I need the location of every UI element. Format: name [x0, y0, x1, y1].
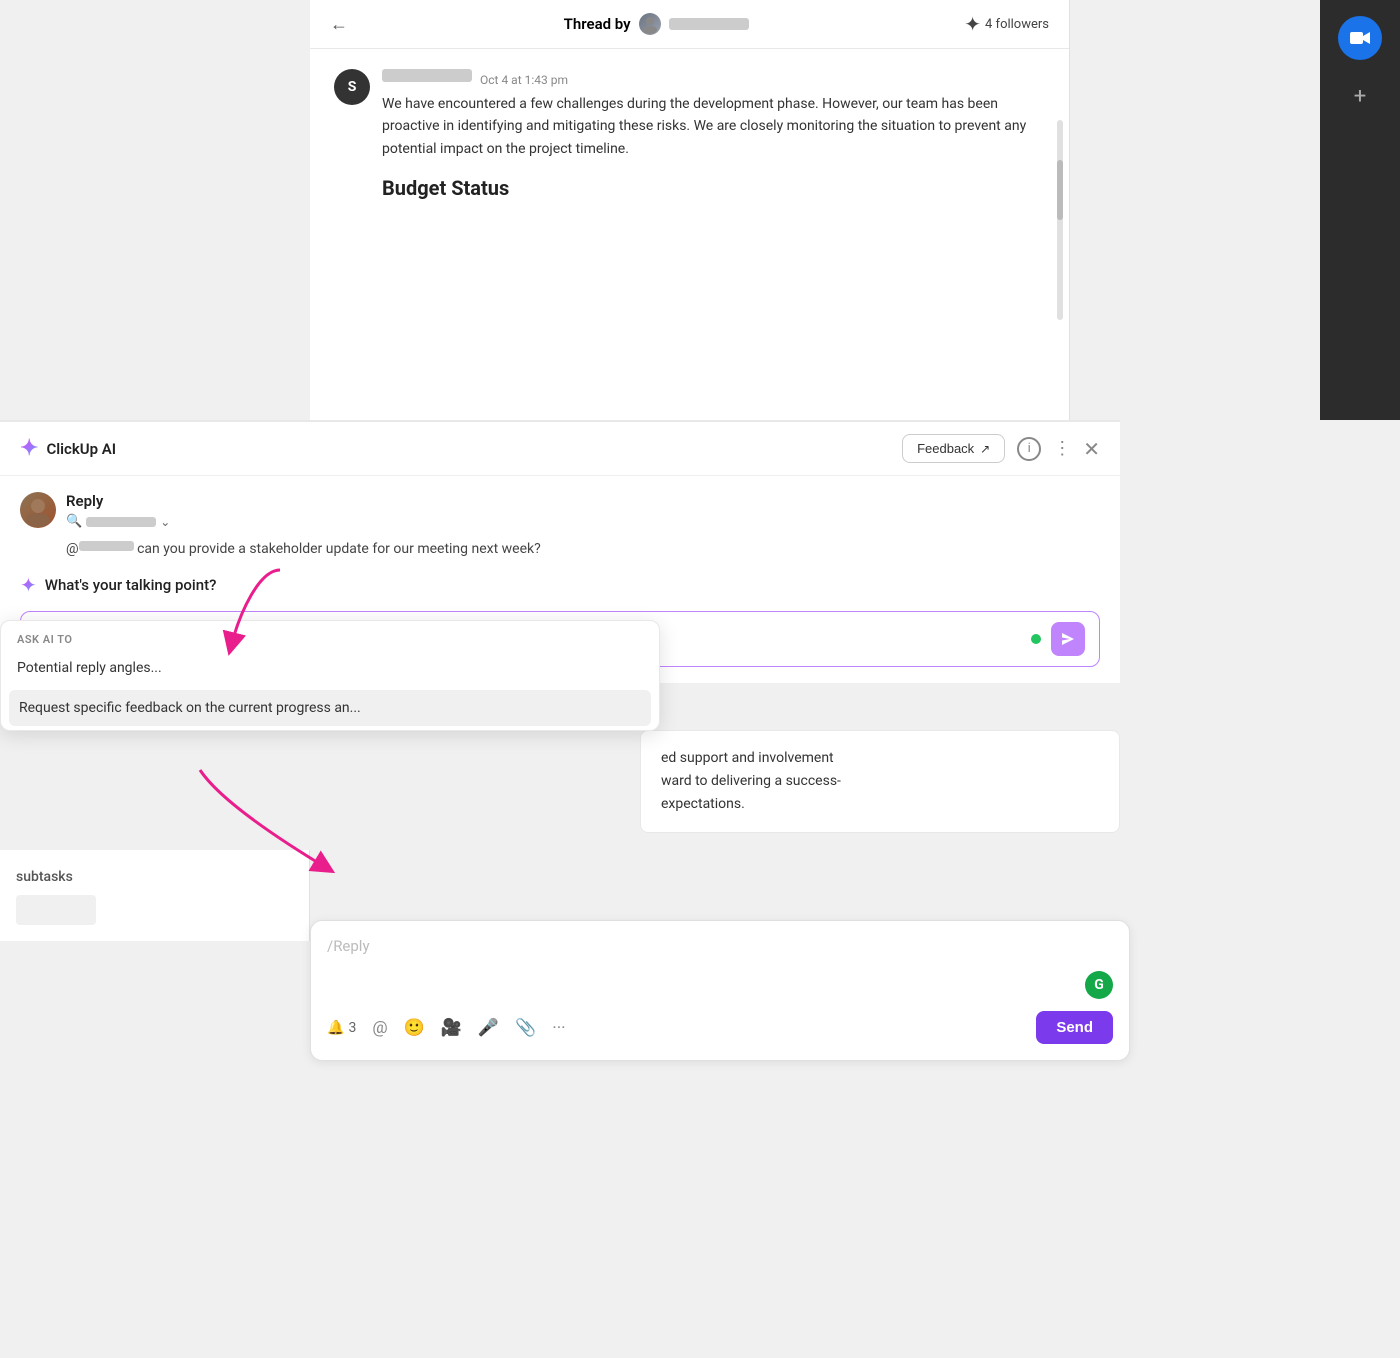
ai-talking-point: ✦ What's your talking point? [20, 573, 1100, 597]
back-button[interactable]: ← [330, 14, 348, 35]
text-line-3: expectations. [661, 796, 745, 812]
ai-sparkle-2-icon: ✦ [20, 573, 37, 597]
message-row: S Oct 4 at 1:43 pm We have encountered a… [334, 69, 1045, 200]
reply-username [86, 517, 156, 527]
bell-icon: 🔔 [327, 1020, 344, 1036]
message-avatar: S [334, 69, 370, 105]
grammarly-badge-container: G [327, 971, 1113, 999]
subtasks-box [16, 895, 96, 925]
feedback-button[interactable]: Feedback ↗ [902, 434, 1005, 463]
mention-username [79, 541, 134, 551]
more-options-button[interactable]: ⋮ [1053, 438, 1071, 459]
thread-text-partial: ed support and involvement ward to deliv… [661, 747, 1099, 816]
send-button[interactable]: Send [1036, 1011, 1113, 1044]
ai-status-dot [1031, 634, 1041, 644]
info-button[interactable]: i [1017, 437, 1041, 461]
thread-header: ← Thread by ✦ 4 followers [310, 0, 1069, 49]
ai-sparkle-icon: ✦ [20, 436, 38, 461]
right-side-panel: + [1320, 0, 1400, 420]
suggestion-item-2[interactable]: Request specific feedback on the current… [9, 690, 651, 726]
notification-badge[interactable]: 🔔 3 [327, 1020, 356, 1036]
reply-info: Reply 🔍 ⌄ [66, 492, 170, 529]
reply-input-panel: /Reply G 🔔 3 @ 🙂 🎥 🎤 📎 ··· Send [310, 920, 1130, 1061]
search-icon: 🔍 [66, 514, 82, 529]
ai-panel-actions: Feedback ↗ i ⋮ ✕ [902, 434, 1100, 463]
ai-panel-header: ✦ ClickUp AI Feedback ↗ i ⋮ ✕ [0, 422, 1120, 476]
add-button[interactable]: + [1354, 84, 1366, 109]
message-timestamp: Oct 4 at 1:43 pm [480, 73, 568, 87]
info-label: i [1028, 441, 1031, 456]
ai-panel-title-group: ✦ ClickUp AI [20, 436, 116, 461]
message-text: We have encountered a few challenges dur… [382, 93, 1045, 160]
more-options-icon[interactable]: ··· [552, 1018, 565, 1038]
video-icon[interactable]: 🎥 [441, 1018, 462, 1038]
mention-icon[interactable]: @ [372, 1018, 387, 1038]
message-meta: Oct 4 at 1:43 pm [382, 69, 1045, 87]
budget-status-heading: Budget Status [382, 176, 1045, 200]
message-body-container: Oct 4 at 1:43 pm We have encountered a f… [382, 69, 1045, 200]
thread-panel: ← Thread by ✦ 4 followers S Oct 4 at 1:4… [310, 0, 1070, 420]
sparkle-icon: ✦ [964, 12, 981, 36]
notification-count: 3 [348, 1020, 356, 1036]
toolbar-left-group: 🔔 3 @ 🙂 🎥 🎤 📎 ··· [327, 1018, 566, 1038]
video-call-button[interactable] [1338, 16, 1382, 60]
ai-send-button[interactable] [1051, 622, 1085, 656]
subtasks-label: subtasks [16, 869, 73, 885]
reply-user-row: 🔍 ⌄ [66, 514, 170, 529]
mic-icon[interactable]: 🎤 [478, 1018, 499, 1038]
bottom-left-panel: subtasks [0, 850, 310, 941]
reply-message-context: @ can you provide a stakeholder update f… [66, 541, 1100, 557]
thread-title-label: Thread by [564, 15, 631, 33]
thread-content: S Oct 4 at 1:43 pm We have encountered a… [310, 49, 1069, 232]
external-link-icon: ↗ [980, 442, 990, 456]
thread-continuation-text: ed support and involvement ward to deliv… [640, 730, 1120, 833]
thread-author-name [669, 18, 749, 30]
attachment-icon[interactable]: 📎 [515, 1018, 536, 1038]
reply-input-placeholder[interactable]: /Reply [327, 937, 1113, 955]
text-line-1: ed support and involvement [661, 750, 834, 766]
suggestion-item-1[interactable]: Potential reply angles... [1, 650, 659, 686]
mention-prefix: @ [66, 541, 79, 557]
message-sender-name [382, 69, 472, 82]
close-button[interactable]: ✕ [1083, 437, 1100, 461]
ai-panel-title: ClickUp AI [46, 440, 116, 458]
scrollbar-thumb[interactable] [1057, 160, 1063, 220]
feedback-label: Feedback [917, 441, 974, 456]
followers-badge: ✦ 4 followers [964, 12, 1049, 36]
reply-section: Reply 🔍 ⌄ [20, 492, 1100, 529]
reply-user-avatar [20, 492, 56, 528]
talking-point-label: What's your talking point? [45, 576, 217, 594]
text-line-2: ward to delivering a success- [661, 773, 841, 789]
scrollbar-track [1057, 120, 1063, 320]
suggestions-header: ASK AI TO [1, 621, 659, 650]
ai-suggestions-dropdown: ASK AI TO Potential reply angles... Requ… [0, 620, 660, 731]
emoji-icon[interactable]: 🙂 [404, 1018, 425, 1038]
reply-label: Reply [66, 492, 170, 510]
followers-count: 4 followers [985, 17, 1049, 32]
reply-input-toolbar: 🔔 3 @ 🙂 🎥 🎤 📎 ··· Send [327, 1011, 1113, 1044]
reply-message-text: can you provide a stakeholder update for… [137, 541, 541, 557]
dropdown-icon[interactable]: ⌄ [160, 515, 170, 529]
thread-title: Thread by [360, 13, 952, 35]
grammarly-badge: G [1085, 971, 1113, 999]
thread-author-avatar [639, 13, 661, 35]
